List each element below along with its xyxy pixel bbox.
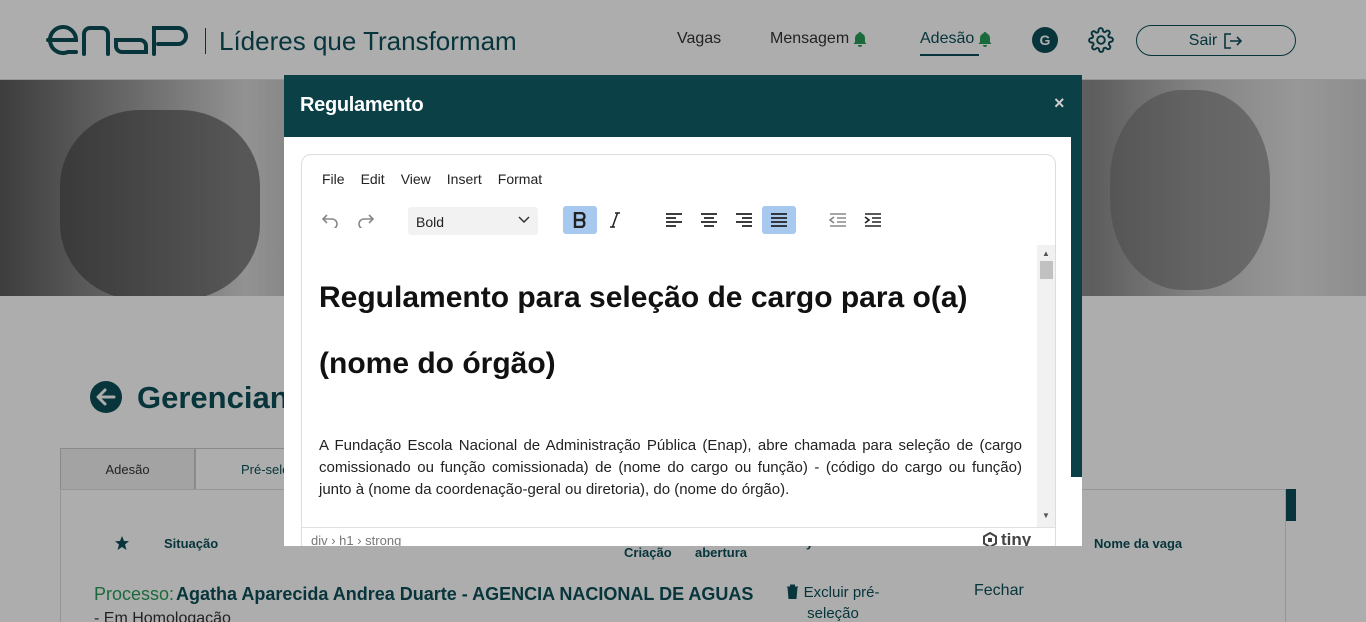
align-left-icon xyxy=(666,213,682,227)
modal-header: Regulamento × xyxy=(284,75,1082,137)
block-format-value: Bold xyxy=(416,214,445,230)
bold-icon xyxy=(573,212,586,228)
editor-menubar: File Edit View Insert Format xyxy=(322,171,542,187)
italic-icon xyxy=(610,212,620,228)
editor-toolbar: Bold xyxy=(302,205,1055,239)
scroll-up-arrow-icon[interactable]: ▲ xyxy=(1042,249,1050,258)
undo-button[interactable] xyxy=(313,206,347,234)
menu-view[interactable]: View xyxy=(401,171,431,187)
tiny-brand-label: tiny xyxy=(1001,530,1032,546)
align-right-button[interactable] xyxy=(727,206,761,234)
block-format-select[interactable]: Bold xyxy=(408,207,538,235)
align-center-button[interactable] xyxy=(692,206,726,234)
rich-text-editor: File Edit View Insert Format Bold Regula… xyxy=(301,154,1056,546)
content-paragraph: A Fundação Escola Nacional de Administra… xyxy=(319,437,1022,498)
redo-icon xyxy=(358,214,375,228)
justify-button[interactable] xyxy=(762,206,796,234)
page: Líderes que Transformam Vagas Mensagem A… xyxy=(0,0,1366,622)
outdent-button[interactable] xyxy=(821,206,855,234)
modal-scrollbar[interactable] xyxy=(1071,137,1082,477)
undo-icon xyxy=(321,214,338,228)
editor-statusbar: div › h1 › strong tiny xyxy=(302,527,1055,546)
menu-insert[interactable]: Insert xyxy=(447,171,482,187)
content-heading: Regulamento para seleção de cargo para o… xyxy=(319,281,968,380)
align-right-icon xyxy=(736,213,752,227)
menu-edit[interactable]: Edit xyxy=(361,171,385,187)
redo-button[interactable] xyxy=(349,206,383,234)
scroll-down-arrow-icon[interactable]: ▼ xyxy=(1042,511,1050,520)
modal-title: Regulamento xyxy=(300,94,424,116)
indent-icon xyxy=(864,213,881,227)
editor-content-area[interactable]: Regulamento para seleção de cargo para o… xyxy=(302,245,1037,527)
scrollbar-thumb[interactable] xyxy=(1040,261,1053,279)
align-center-icon xyxy=(701,213,717,227)
menu-format[interactable]: Format xyxy=(498,171,542,187)
chevron-down-icon xyxy=(518,216,530,224)
menu-file[interactable]: File xyxy=(322,171,345,187)
indent-button[interactable] xyxy=(856,206,890,234)
close-icon[interactable]: × xyxy=(1054,93,1065,114)
align-left-button[interactable] xyxy=(657,206,691,234)
align-justify-icon xyxy=(771,213,787,227)
bold-button[interactable] xyxy=(563,206,597,234)
editor-scrollbar[interactable]: ▲ ▼ xyxy=(1037,245,1055,527)
tiny-logo-icon xyxy=(983,532,997,546)
regulamento-modal: Regulamento × File Edit View Insert Form… xyxy=(284,75,1082,546)
italic-button[interactable] xyxy=(598,206,632,234)
element-path[interactable]: div › h1 › strong xyxy=(311,533,401,546)
outdent-icon xyxy=(829,213,846,227)
tiny-brand[interactable]: tiny xyxy=(982,530,1031,546)
